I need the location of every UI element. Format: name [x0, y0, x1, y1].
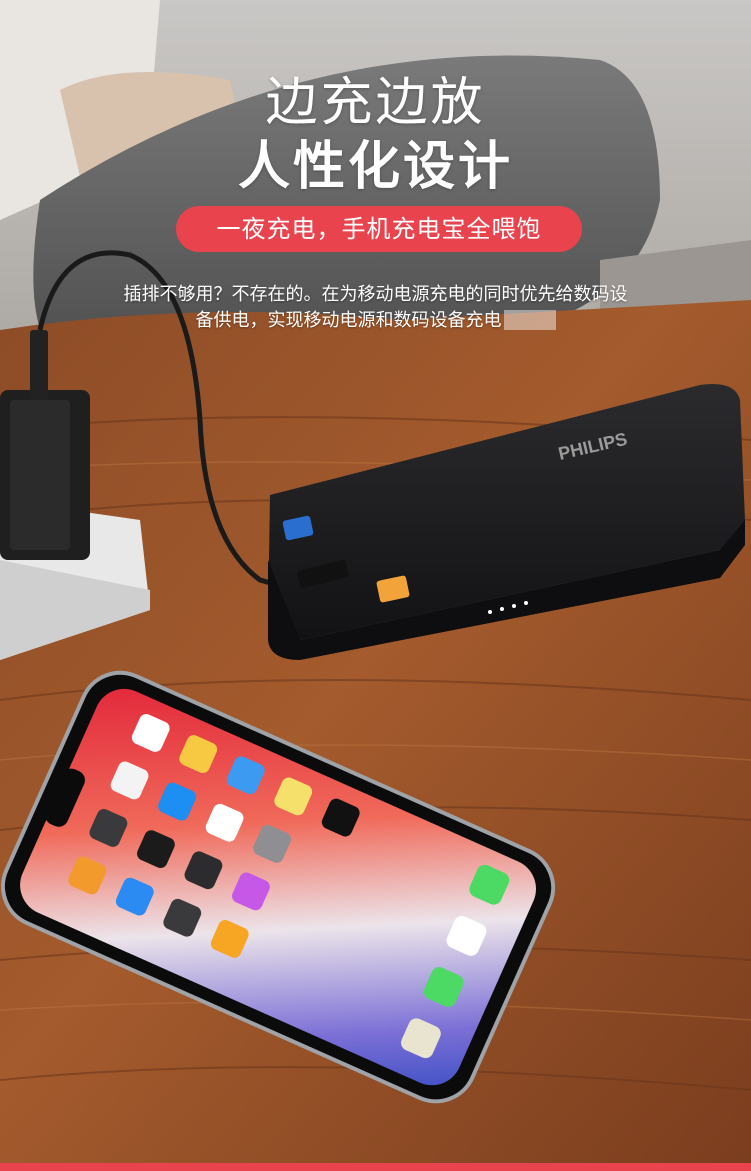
tagline-text: 一夜充电，手机充电宝全喂饱: [216, 215, 542, 243]
description-line-2-wrap: 备供电，实现移动电源和数码设备充电: [60, 308, 691, 334]
description-line-2: 备供电，实现移动电源和数码设备充电: [195, 310, 502, 331]
text-highlight-block: [503, 310, 556, 330]
description: 插排不够用？不存在的。在为移动电源充电的同时优先给数码设 备供电，实现移动电源和…: [60, 282, 691, 334]
product-banner: PHILIPS 边充边放 人性化设计 一夜充电，手机充电宝全喂饱 插排不够用？不…: [0, 0, 751, 1171]
headline-line-2: 人性化设计: [237, 137, 513, 197]
bottom-accent-bar: [0, 1163, 751, 1171]
description-line-1: 插排不够用？不存在的。在为移动电源充电的同时优先给数码设: [123, 284, 628, 305]
tagline-badge: 一夜充电，手机充电宝全喂饱: [176, 206, 582, 252]
